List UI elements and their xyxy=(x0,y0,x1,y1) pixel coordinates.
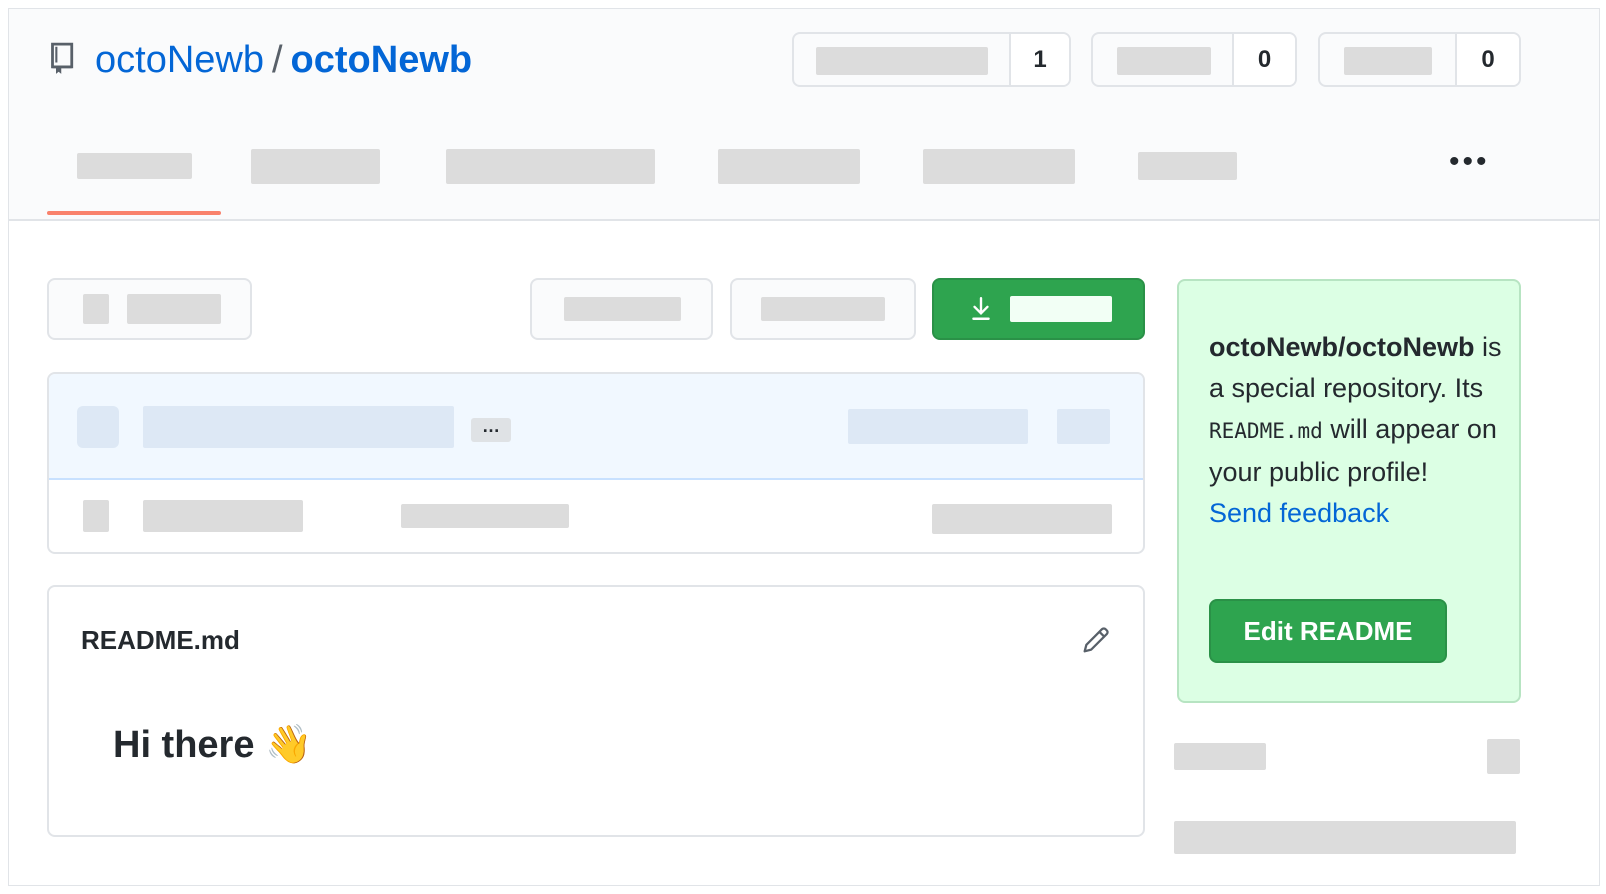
watch-label-placeholder xyxy=(816,47,988,75)
about-description-placeholder xyxy=(1174,821,1516,854)
repo-name-link[interactable]: octoNewb xyxy=(291,39,473,81)
send-feedback-link[interactable]: Send feedback xyxy=(1209,493,1509,534)
star-label-placeholder xyxy=(1117,47,1211,75)
tab-code[interactable] xyxy=(77,153,192,179)
table-row[interactable] xyxy=(49,480,1143,552)
branch-select-button[interactable] xyxy=(47,278,252,340)
watch-button[interactable] xyxy=(794,34,1011,85)
branch-icon-placeholder xyxy=(83,294,109,324)
more-tabs-button[interactable]: ••• xyxy=(1449,147,1490,177)
file-age-placeholder xyxy=(932,504,1112,534)
active-tab-indicator xyxy=(47,211,221,215)
fork-counter[interactable]: 0 xyxy=(1318,32,1521,87)
readme-filename: README.md xyxy=(81,625,240,655)
file-name-placeholder[interactable] xyxy=(143,500,303,532)
tab-wiki[interactable] xyxy=(1138,152,1237,180)
watch-count[interactable]: 1 xyxy=(1011,34,1069,85)
about-heading-placeholder xyxy=(1174,743,1266,770)
commit-hash-placeholder[interactable] xyxy=(848,409,1028,444)
tab-projects[interactable] xyxy=(923,149,1075,184)
star-button[interactable] xyxy=(1093,34,1234,85)
edit-readme-button[interactable]: Edit README xyxy=(1209,599,1447,663)
code-label-placeholder xyxy=(1010,296,1112,322)
add-file-button[interactable] xyxy=(730,278,916,340)
go-to-file-label-placeholder xyxy=(564,297,681,321)
repo-icon xyxy=(51,42,74,74)
repo-page: octoNewb / octoNewb 1 0 0 ••• … README.m… xyxy=(8,8,1600,886)
tab-pull-requests[interactable] xyxy=(446,149,655,184)
fork-button[interactable] xyxy=(1320,34,1457,85)
file-icon-placeholder xyxy=(83,500,109,532)
watch-counter[interactable]: 1 xyxy=(792,32,1071,87)
repo-full-name: octoNewb/octoNewb xyxy=(1209,332,1475,362)
latest-commit-row: … xyxy=(49,374,1143,480)
special-repo-text: octoNewb/octoNewb is a special repositor… xyxy=(1209,327,1509,534)
special-repo-notice: octoNewb/octoNewb is a special repositor… xyxy=(1177,279,1521,703)
download-icon xyxy=(972,296,990,320)
repo-title: octoNewb / octoNewb xyxy=(95,39,472,81)
fork-label-placeholder xyxy=(1344,47,1432,75)
commit-count-placeholder[interactable] xyxy=(1057,409,1110,444)
readme-code: README.md xyxy=(1209,419,1323,443)
repo-header: octoNewb / octoNewb 1 0 0 ••• xyxy=(9,9,1599,221)
add-file-label-placeholder xyxy=(761,297,885,321)
repo-title-separator: / xyxy=(271,39,283,81)
file-list: … xyxy=(47,372,1145,554)
about-settings-icon-placeholder[interactable] xyxy=(1487,739,1520,774)
pencil-icon[interactable] xyxy=(1079,623,1113,657)
tab-actions[interactable] xyxy=(718,149,860,184)
readme-heading: Hi there 👋 xyxy=(113,724,313,766)
commit-ellipsis-button[interactable]: … xyxy=(471,417,511,442)
tab-issues[interactable] xyxy=(251,149,380,184)
code-download-button[interactable] xyxy=(932,278,1145,340)
go-to-file-button[interactable] xyxy=(530,278,713,340)
repo-owner-link[interactable]: octoNewb xyxy=(95,39,264,81)
star-counter[interactable]: 0 xyxy=(1091,32,1297,87)
file-commit-message-placeholder[interactable] xyxy=(401,504,569,528)
commit-message-placeholder[interactable] xyxy=(143,406,454,448)
star-count[interactable]: 0 xyxy=(1234,34,1295,85)
avatar[interactable] xyxy=(77,406,119,448)
readme-panel: README.md Hi there 👋 xyxy=(47,585,1145,837)
fork-count[interactable]: 0 xyxy=(1457,34,1519,85)
branch-name-placeholder xyxy=(127,294,221,324)
